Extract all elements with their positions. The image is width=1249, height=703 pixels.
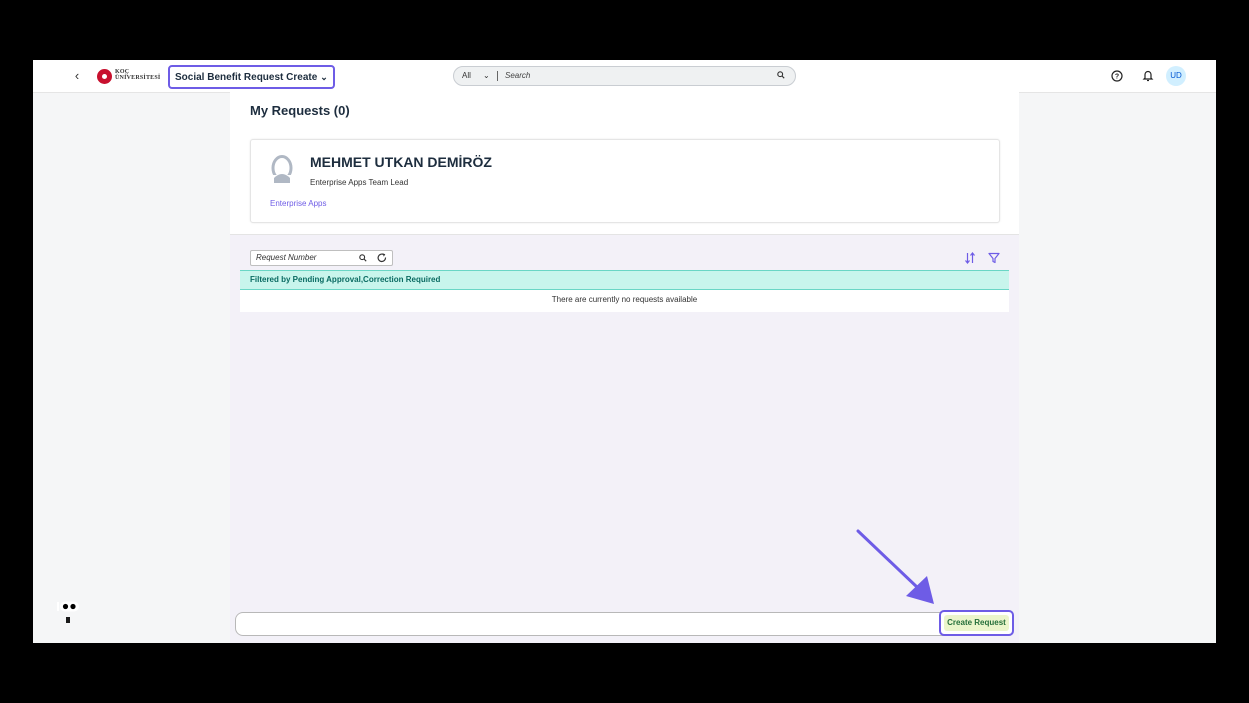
- chevron-down-icon: ⌄: [320, 72, 328, 82]
- global-search[interactable]: All ⌄ Search: [453, 66, 796, 86]
- person-department-link[interactable]: Enterprise Apps: [270, 199, 326, 208]
- logo-mark: [97, 69, 112, 84]
- create-request-label: Create Request: [944, 615, 1009, 631]
- profile-card: MEHMET UTKAN DEMİRÖZ Enterprise Apps Tea…: [250, 139, 1000, 223]
- chevron-down-icon[interactable]: ⌄: [483, 67, 490, 85]
- refresh-icon[interactable]: [377, 253, 387, 263]
- search-scope[interactable]: All: [462, 67, 471, 85]
- person-icon: [271, 155, 293, 183]
- search-input[interactable]: Search: [505, 67, 530, 85]
- page-title: My Requests (0): [250, 103, 350, 118]
- search-separator: [497, 71, 498, 81]
- page-header: My Requests (0) MEHMET UTKAN DEMİRÖZ Ent…: [230, 92, 1019, 235]
- bell-icon[interactable]: [1142, 69, 1154, 82]
- footer-bar: Create Request: [235, 610, 1014, 636]
- logo-line2: ÜNİVERSİTESİ: [115, 75, 161, 81]
- create-request-button[interactable]: Create Request: [939, 610, 1014, 636]
- assistant-widget-icon[interactable]: [56, 601, 80, 625]
- back-icon[interactable]: ‹: [69, 68, 85, 84]
- list-toolbar: Request Number: [250, 250, 1008, 266]
- logo-text: KOÇ ÜNİVERSİTESİ: [115, 69, 160, 81]
- svg-text:?: ?: [1115, 74, 1119, 81]
- sort-icon[interactable]: [964, 252, 976, 264]
- request-number-search[interactable]: Request Number: [250, 250, 393, 266]
- person-name: MEHMET UTKAN DEMİRÖZ: [310, 154, 492, 170]
- avatar[interactable]: UD: [1166, 66, 1186, 86]
- app-frame: ‹ KOÇ ÜNİVERSİTESİ Social Benefit Reques…: [33, 60, 1216, 643]
- shell-bar: ‹ KOÇ ÜNİVERSİTESİ Social Benefit Reques…: [33, 60, 1216, 93]
- request-number-input[interactable]: Request Number: [256, 251, 316, 265]
- app-title-menu[interactable]: Social Benefit Request Create ⌄: [168, 65, 335, 89]
- arrow-annotation: [856, 529, 934, 604]
- university-logo[interactable]: KOÇ ÜNİVERSİTESİ: [97, 67, 160, 85]
- filter-icon[interactable]: [988, 252, 1000, 264]
- person-role: Enterprise Apps Team Lead: [310, 178, 409, 187]
- search-icon[interactable]: [777, 71, 785, 79]
- filter-info-text: Filtered by Pending Approval,Correction …: [250, 275, 441, 284]
- empty-list-row: There are currently no requests availabl…: [240, 290, 1009, 312]
- help-icon[interactable]: ?: [1111, 70, 1123, 82]
- search-icon[interactable]: [359, 254, 367, 262]
- filter-info-bar[interactable]: Filtered by Pending Approval,Correction …: [240, 270, 1009, 290]
- app-title-label: Social Benefit Request Create: [175, 72, 318, 83]
- empty-list-text: There are currently no requests availabl…: [551, 295, 698, 304]
